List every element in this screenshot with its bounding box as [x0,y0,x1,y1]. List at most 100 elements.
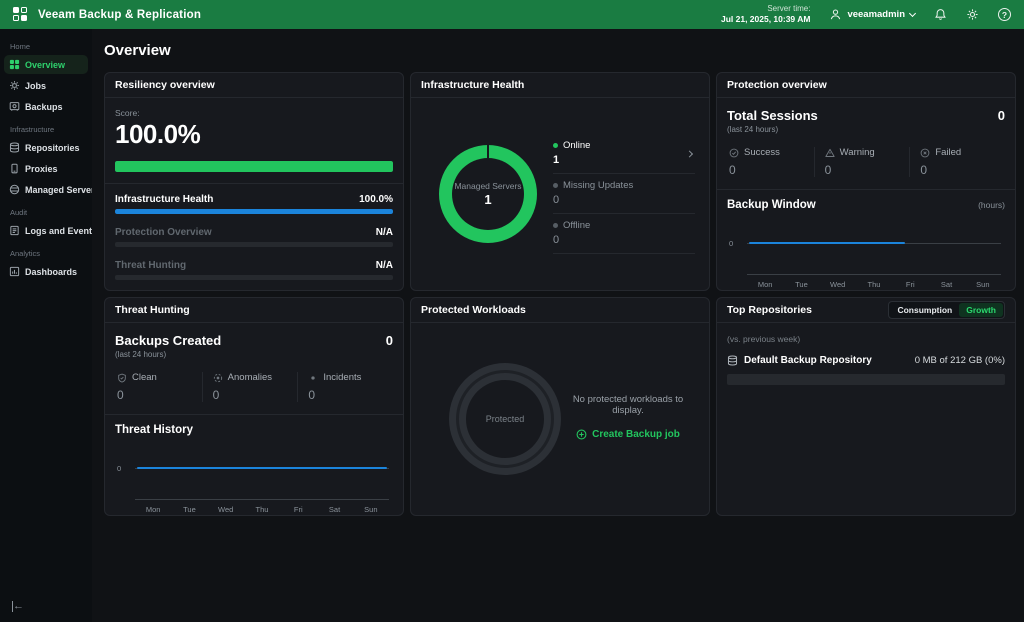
toggle-option-growth[interactable]: Growth [959,303,1003,317]
shield-check-icon [117,373,127,383]
sidebar-item-label: Backups [25,102,63,112]
sidebar: Home Overview Jobs Backups Infrastructur… [0,29,92,622]
card-title: Resiliency overview [115,79,215,91]
legend-value: 0 [553,234,695,246]
stat-value: 0 [920,163,1005,177]
create-backup-job-label: Create Backup job [592,429,680,440]
notifications-button[interactable] [934,8,947,21]
y-axis-tick: 0 [729,239,733,248]
stat-value: 0 [729,163,814,177]
main-content: Overview Resiliency overview Score: 100.… [92,29,1024,622]
chart-title: Threat History [115,424,193,436]
health-legend: Online 1 Missing Updates 0 Offline 0 [553,134,695,254]
chart-data-line [749,242,905,244]
score-progress-bar [115,161,393,172]
top-bar: Veeam Backup & Replication Server time: … [0,0,1024,29]
stat-label: Success [744,147,780,158]
sidebar-item-label: Managed Servers [25,185,100,195]
legend-item-offline[interactable]: Offline 0 [553,214,695,254]
sidebar-item-managed-servers[interactable]: Managed Servers [4,180,88,199]
chart-title: Backup Window [727,199,816,211]
legend-item-missing-updates[interactable]: Missing Updates 0 [553,174,695,214]
stat-label: Warning [840,147,875,158]
sidebar-item-label: Logs and Events [25,226,97,236]
score-value: 100.0% [115,119,393,150]
metric-progress-bar [115,209,393,214]
gear-icon [9,80,20,91]
help-glyph: ? [1002,10,1007,20]
settings-button[interactable] [966,8,979,21]
warning-triangle-icon [825,148,835,158]
sidebar-item-jobs[interactable]: Jobs [4,76,88,95]
sidebar-item-repositories[interactable]: Repositories [4,138,88,157]
card-threat-hunting: Threat Hunting Backups Created 0 (last 2… [104,297,404,516]
card-infrastructure-health: Infrastructure Health Managed Servers 1 … [410,72,710,291]
stat-clean: Clean 0 [115,372,202,402]
toggle-option-consumption[interactable]: Consumption [890,303,959,317]
page-title: Overview [104,42,1016,59]
repository-usage: 0 MB of 212 GB (0%) [915,355,1005,366]
stat-value: 0 [308,388,393,402]
stat-anomalies: Anomalies 0 [202,372,298,402]
sidebar-item-backups[interactable]: Backups [4,97,88,116]
stat-success: Success 0 [727,147,814,177]
sidebar-item-dashboards[interactable]: Dashboards [4,262,88,281]
x-axis-labels: MonTueWedThuFriSatSun [747,280,1001,289]
scan-anomaly-icon [213,373,223,383]
document-icon [9,225,20,236]
legend-label: Missing Updates [563,180,633,191]
server-time-value: Jul 21, 2025, 10:39 AM [721,14,810,25]
legend-value: 1 [553,154,695,166]
card-title: Threat Hunting [115,304,190,316]
sidebar-item-label: Repositories [25,143,80,153]
card-title: Infrastructure Health [421,79,524,91]
server-time-label: Server time: [721,4,810,14]
legend-value: 0 [553,194,695,206]
donut-label: Managed Servers [454,181,521,191]
missing-updates-dot-icon [553,183,558,188]
managed-servers-donut-chart: Managed Servers 1 [439,145,537,243]
card-title: Protected Workloads [421,304,526,316]
consumption-growth-toggle: Consumption Growth [888,301,1005,319]
server-icon [9,184,20,195]
check-circle-icon [729,148,739,158]
stat-value: 0 [213,388,298,402]
metric-progress-bar [115,275,393,280]
total-sessions-value: 0 [998,108,1005,123]
metric-progress-bar [115,242,393,247]
backup-window-chart: 0 MonTueWedThuFriSatSun [727,213,1005,289]
dashboard-icon [9,266,20,277]
veeam-logo-icon [13,7,28,22]
metric-protection-overview: Protection Overview N/A [115,227,393,247]
sidebar-section-home: Home [0,34,92,54]
stat-label: Incidents [323,372,361,383]
user-menu[interactable]: veeamadmin [829,8,915,21]
create-backup-job-link[interactable]: Create Backup job [576,429,680,440]
metric-label: Protection Overview [115,227,212,238]
metric-infrastructure-health: Infrastructure Health 100.0% [115,194,393,214]
sidebar-section-analytics: Analytics [0,241,92,261]
help-button[interactable]: ? [998,8,1011,21]
legend-label: Online [563,140,590,151]
collapse-sidebar-button[interactable]: ← [12,601,24,612]
user-name: veeamadmin [847,9,905,20]
server-time: Server time: Jul 21, 2025, 10:39 AM [721,4,810,25]
dashboard-grid: Resiliency overview Score: 100.0% Infras… [104,72,1016,516]
safe-icon [9,101,20,112]
sidebar-section-audit: Audit [0,200,92,220]
sidebar-item-proxies[interactable]: Proxies [4,159,88,178]
sidebar-item-logs-and-events[interactable]: Logs and Events [4,221,88,240]
total-sessions-sublabel: (last 24 hours) [727,125,1005,134]
legend-item-online[interactable]: Online 1 [553,134,695,174]
card-title: Top Repositories [727,304,812,316]
donut-value: 1 [484,192,491,207]
sidebar-item-label: Proxies [25,164,58,174]
repositories-sublabel: (vs. previous week) [727,334,1005,344]
repository-row[interactable]: Default Backup Repository 0 MB of 212 GB… [727,355,1005,366]
sidebar-item-overview[interactable]: Overview [4,55,88,74]
metric-threat-hunting: Threat Hunting N/A [115,260,393,280]
stat-incidents: Incidents 0 [297,372,393,402]
card-top-repositories: Top Repositories Consumption Growth (vs.… [716,297,1016,516]
empty-state-message: No protected workloads to display. [561,394,695,416]
chevron-down-icon [909,9,916,16]
